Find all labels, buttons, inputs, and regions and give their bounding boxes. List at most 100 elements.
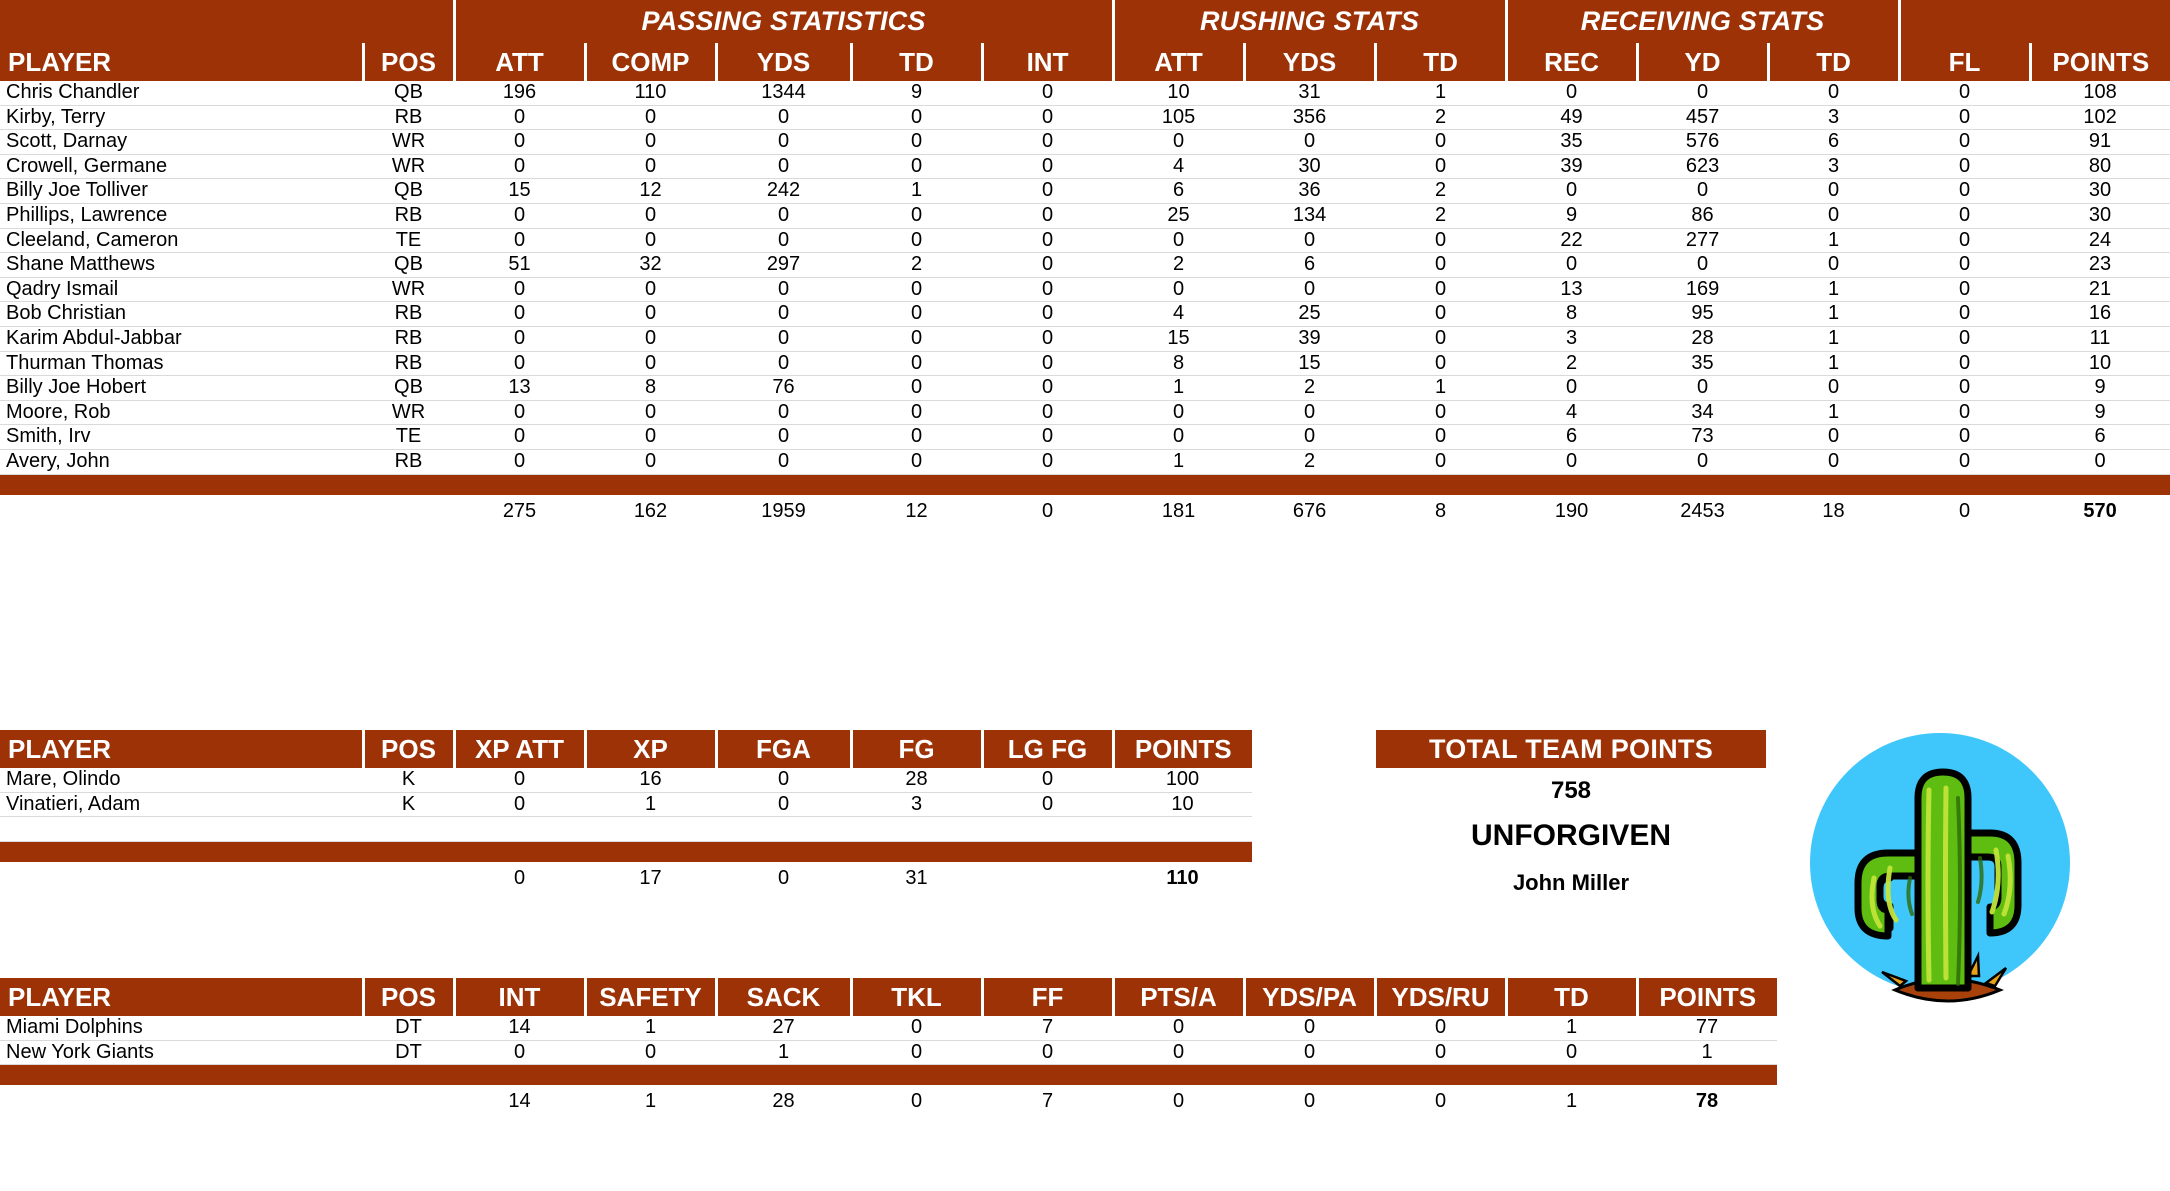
table-row[interactable]: Bob Christian RB 0 0 0 0 0 4 25 0 8 95 1 0 16 — [0, 301, 2170, 327]
total-rush_td: 8 — [1375, 494, 1507, 527]
kick-col-header-fga[interactable]: FGA — [714, 730, 851, 768]
cell-rec: 0 — [1506, 178, 1638, 204]
def-col-header-int[interactable]: INT — [452, 978, 585, 1016]
cell-pass_comp: 12 — [585, 178, 716, 204]
col-header-pass-td[interactable]: TD — [849, 43, 982, 81]
table-row[interactable]: Karim Abdul-Jabbar RB 0 0 0 0 0 15 39 0 3 28 1 0 11 — [0, 326, 2170, 352]
cell-tkl: 0 — [851, 1040, 982, 1066]
cell-rec_td: 1 — [1768, 277, 1900, 303]
kick-col-header-pos[interactable]: POS — [361, 730, 454, 768]
bar-cell — [363, 1064, 454, 1086]
bar-cell — [454, 1064, 585, 1086]
table-row[interactable]: Cleeland, Cameron TE 0 0 0 0 0 0 0 0 22 277 1 0 24 — [0, 228, 2170, 254]
table-row[interactable]: Smith, Irv TE 0 0 0 0 0 0 0 0 6 73 0 0 6 — [0, 424, 2170, 450]
cell-player: New York Giants — [0, 1040, 363, 1066]
cell-pass_att: 0 — [454, 154, 585, 180]
cell-rec_td: 3 — [1768, 105, 1900, 131]
kick-col-header-points[interactable]: POINTS — [1111, 730, 1252, 768]
bar-cell — [1899, 474, 2031, 495]
col-header-pass-int[interactable]: INT — [980, 43, 1114, 81]
cell-pass_yds: 242 — [716, 178, 851, 204]
cell-rush_att: 25 — [1113, 203, 1245, 229]
table-row[interactable]: Thurman Thomas RB 0 0 0 0 0 8 15 0 2 35 1 0 10 — [0, 351, 2170, 377]
col-header-pass-att[interactable]: ATT — [452, 43, 585, 81]
table-row[interactable]: Shane Matthews QB 51 32 297 2 0 2 6 0 0 0 0 0 23 — [0, 252, 2170, 278]
def-col-header-safety[interactable]: SAFETY — [583, 978, 716, 1016]
def-col-header-sack[interactable]: SACK — [714, 978, 851, 1016]
cell-points: 91 — [2030, 129, 2170, 155]
cell-pos: DT — [363, 1040, 454, 1066]
cell-fga: 0 — [716, 768, 851, 793]
kick-col-header-lg-fg[interactable]: LG FG — [980, 730, 1113, 768]
bar-cell — [851, 841, 982, 862]
table-row[interactable]: Miami Dolphins DT 14 1 27 0 7 0 0 0 1 77 — [0, 1016, 1777, 1041]
group-header-blank-left — [0, 0, 454, 43]
cell-tkl: 0 — [851, 1016, 982, 1041]
cell-points: 80 — [2030, 154, 2170, 180]
cell-rec: 0 — [1506, 449, 1638, 475]
table-row[interactable]: Kirby, Terry RB 0 0 0 0 0 105 356 2 49 457 3 0 102 — [0, 105, 2170, 131]
def-col-header-points[interactable]: POINTS — [1635, 978, 1777, 1016]
table-row[interactable]: Mare, Olindo K 0 16 0 28 0 100 — [0, 768, 1252, 793]
cell-pos: QB — [363, 81, 454, 106]
col-header-pass-yds[interactable]: YDS — [714, 43, 851, 81]
table-row[interactable]: Crowell, Germane WR 0 0 0 0 0 4 30 0 39 623 3 0 80 — [0, 154, 2170, 180]
bar-cell — [585, 841, 716, 862]
def-col-header-yds-pa[interactable]: YDS/PA — [1242, 978, 1375, 1016]
def-col-header-tkl[interactable]: TKL — [849, 978, 982, 1016]
kick-col-header-xp[interactable]: XP — [583, 730, 716, 768]
cell-pass_td: 0 — [851, 449, 982, 475]
table-row[interactable]: Billy Joe Tolliver QB 15 12 242 1 0 6 36 2 0 0 0 0 30 — [0, 178, 2170, 204]
kick-col-header-fg[interactable]: FG — [849, 730, 982, 768]
col-header-rec-yd[interactable]: YD — [1635, 43, 1769, 81]
cell-rush_td: 0 — [1375, 154, 1507, 180]
col-header-player[interactable]: PLAYER — [0, 43, 363, 81]
cell-pos: RB — [363, 301, 454, 327]
cell-pass_int: 0 — [982, 400, 1114, 426]
col-header-rush-att[interactable]: ATT — [1111, 43, 1245, 81]
cell-rec_yd: 277 — [1637, 228, 1769, 254]
def-col-header-player[interactable]: PLAYER — [0, 978, 363, 1016]
col-header-pass-comp[interactable]: COMP — [583, 43, 716, 81]
cell-pos: DT — [363, 1016, 454, 1041]
col-header-rec[interactable]: REC — [1504, 43, 1638, 81]
bar-cell — [1637, 474, 1769, 495]
col-header-pos[interactable]: POS — [361, 43, 454, 81]
table-row[interactable]: Qadry Ismail WR 0 0 0 0 0 0 0 0 13 169 1 0 21 — [0, 277, 2170, 303]
table-row[interactable]: Avery, John RB 0 0 0 0 0 1 2 0 0 0 0 0 0 — [0, 449, 2170, 475]
def-col-header-pos[interactable]: POS — [361, 978, 454, 1016]
table-row[interactable]: New York Giants DT 0 0 1 0 0 0 0 0 0 1 — [0, 1040, 1777, 1066]
table-row[interactable]: Billy Joe Hobert QB 13 8 76 0 0 1 2 1 0 0 0 0 9 — [0, 375, 2170, 401]
cell-points: 77 — [1637, 1016, 1777, 1041]
bar-cell — [363, 841, 454, 862]
table-row[interactable]: Moore, Rob WR 0 0 0 0 0 0 0 0 4 34 1 0 9 — [0, 400, 2170, 426]
table-row[interactable]: Vinatieri, Adam K 0 1 0 3 0 10 — [0, 792, 1252, 818]
def-col-header-pts-a[interactable]: PTS/A — [1111, 978, 1244, 1016]
table-row[interactable]: Scott, Darnay WR 0 0 0 0 0 0 0 0 35 576 6 0 91 — [0, 129, 2170, 155]
col-header-fl[interactable]: FL — [1897, 43, 2031, 81]
def-col-header-yds-ru[interactable]: YDS/RU — [1373, 978, 1506, 1016]
cell-points: 16 — [2030, 301, 2170, 327]
col-header-rush-td[interactable]: TD — [1373, 43, 1507, 81]
bar-cell — [1113, 841, 1252, 862]
bar-cell — [0, 841, 363, 862]
kick-col-header-player[interactable]: PLAYER — [0, 730, 363, 768]
col-header-rec-td[interactable]: TD — [1766, 43, 1900, 81]
spacer-cell — [363, 816, 454, 842]
cell-player: Mare, Olindo — [0, 768, 363, 793]
cell-player: Moore, Rob — [0, 400, 363, 426]
cell-pass_int: 0 — [982, 449, 1114, 475]
def-col-header-ff[interactable]: FF — [980, 978, 1113, 1016]
cell-pass_td: 0 — [851, 351, 982, 377]
col-header-rush-yds[interactable]: YDS — [1242, 43, 1376, 81]
fantasy-football-stats-sheet: PASSING STATISTICS RUSHING STATS RECEIVI… — [0, 0, 2170, 1191]
table-row[interactable]: Chris Chandler QB 196 110 1344 9 0 10 31 1 0 0 0 0 108 — [0, 81, 2170, 106]
cell-safety: 1 — [585, 1016, 716, 1041]
col-header-points[interactable]: POINTS — [2028, 43, 2170, 81]
cell-rush_td: 0 — [1375, 326, 1507, 352]
kick-col-header-xp-att[interactable]: XP ATT — [452, 730, 585, 768]
def-col-header-td[interactable]: TD — [1504, 978, 1637, 1016]
table-row[interactable]: Phillips, Lawrence RB 0 0 0 0 0 25 134 2 9 86 0 0 30 — [0, 203, 2170, 229]
cell-pos: RB — [363, 105, 454, 131]
cell-pass_yds: 0 — [716, 129, 851, 155]
